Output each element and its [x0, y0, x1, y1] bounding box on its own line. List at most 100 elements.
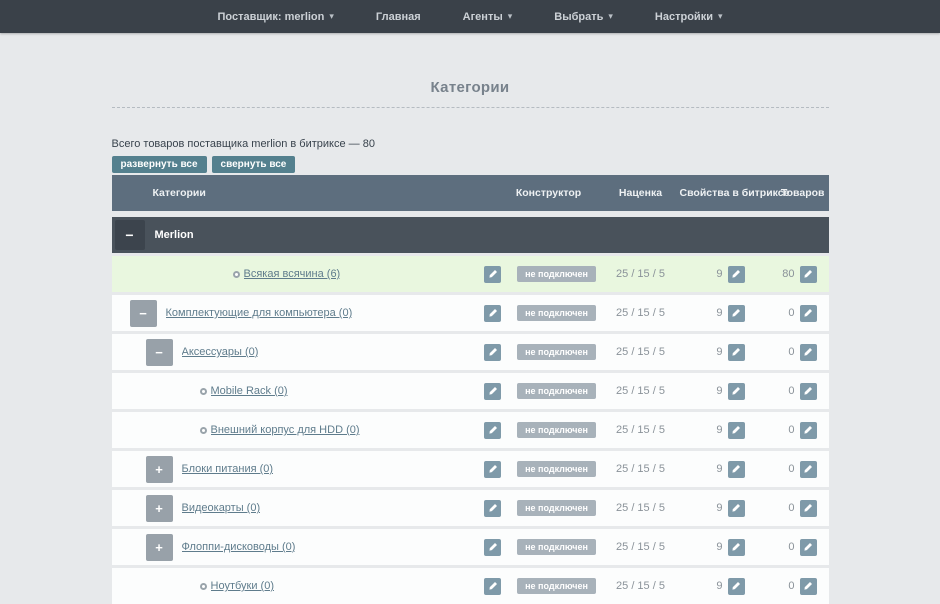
edit-props-button[interactable] [728, 461, 745, 478]
category-link[interactable]: Флоппи-дисководы (0) [182, 541, 296, 553]
nav-item[interactable]: Агенты ▾ [463, 11, 513, 23]
category-link[interactable]: Внешний корпус для HDD (0) [211, 424, 360, 436]
actions-bar: развернуть все свернуть все [112, 156, 829, 173]
nav-item-label: Агенты [463, 11, 503, 23]
edit-props-button[interactable] [728, 266, 745, 283]
edit-products-button[interactable] [800, 578, 817, 595]
markup-cell: 25 / 15 / 5 [603, 580, 679, 592]
category-link[interactable]: Ноутбуки (0) [211, 580, 275, 592]
props-cell: 9 [679, 266, 745, 283]
edit-products-button[interactable] [800, 266, 817, 283]
nav-item-label: Выбрать [554, 11, 603, 23]
header-props-in-bitrix: Свойства в битриксе [680, 187, 790, 199]
category-link[interactable]: Блоки питания (0) [182, 463, 274, 475]
edit-category-button[interactable] [484, 266, 501, 283]
status-badge: не подключен [517, 344, 596, 360]
status-badge: не подключен [517, 422, 596, 438]
edit-products-button[interactable] [800, 461, 817, 478]
edit-icon [803, 308, 813, 318]
edit-products-button[interactable] [800, 305, 817, 322]
category-name-cell: Всякая всячина (6) [112, 268, 475, 280]
edit-props-button[interactable] [728, 383, 745, 400]
markup-value: 25 / 15 / 5 [616, 307, 665, 319]
products-value: 0 [788, 424, 794, 436]
category-link[interactable]: Аксессуары (0) [182, 346, 259, 358]
edit-icon [488, 425, 498, 435]
collapse-all-button[interactable]: свернуть все [212, 156, 296, 173]
status-badge: не подключен [517, 461, 596, 477]
header-products: Товаров [781, 187, 825, 199]
edit-products-button[interactable] [800, 539, 817, 556]
category-link[interactable]: Mobile Rack (0) [211, 385, 288, 397]
edit-cell [475, 578, 511, 595]
edit-icon [731, 386, 741, 396]
edit-icon [488, 464, 498, 474]
edit-cell [475, 461, 511, 478]
toggle-button[interactable]: + [146, 534, 173, 561]
markup-value: 25 / 15 / 5 [616, 463, 665, 475]
edit-icon [731, 425, 741, 435]
status-badge: не подключен [517, 266, 596, 282]
props-value: 9 [716, 580, 722, 592]
edit-props-button[interactable] [728, 578, 745, 595]
edit-products-button[interactable] [800, 344, 817, 361]
edit-products-button[interactable] [800, 500, 817, 517]
products-cell: 80 [745, 266, 829, 283]
nav-item[interactable]: Настройки ▾ [655, 11, 723, 23]
constructor-cell: не подключен [511, 461, 603, 477]
toggle-button[interactable]: + [146, 456, 173, 483]
category-name-cell: + Блоки питания (0) [112, 456, 475, 483]
edit-icon [731, 503, 741, 513]
markup-cell: 25 / 15 / 5 [603, 268, 679, 280]
edit-cell [475, 500, 511, 517]
top-nav: Поставщик: merlion ▾ Главная Агенты ▾ Вы… [0, 0, 940, 33]
category-link[interactable]: Комплектующие для компьютера (0) [166, 307, 353, 319]
edit-category-button[interactable] [484, 383, 501, 400]
edit-products-button[interactable] [800, 422, 817, 439]
products-cell: 0 [745, 383, 829, 400]
expand-all-button[interactable]: развернуть все [112, 156, 207, 173]
edit-props-button[interactable] [728, 422, 745, 439]
category-name-cell: + Видеокарты (0) [112, 495, 475, 522]
props-cell: 9 [679, 344, 745, 361]
edit-category-button[interactable] [484, 500, 501, 517]
products-cell: 0 [745, 422, 829, 439]
edit-cell [475, 422, 511, 439]
edit-props-button[interactable] [728, 500, 745, 517]
edit-icon [488, 542, 498, 552]
nav-item[interactable]: Поставщик: merlion ▾ [218, 11, 334, 23]
edit-category-button[interactable] [484, 461, 501, 478]
nav-item[interactable]: Выбрать ▾ [554, 11, 613, 23]
toggle-button[interactable]: − [146, 339, 173, 366]
edit-icon [488, 269, 498, 279]
edit-category-button[interactable] [484, 422, 501, 439]
table-row: Внешний корпус для HDD (0) не подключен … [112, 412, 829, 448]
edit-category-button[interactable] [484, 578, 501, 595]
page: Категории Всего товаров поставщика merli… [112, 79, 829, 604]
group-row-merlion: − Merlion [112, 217, 829, 253]
edit-products-button[interactable] [800, 383, 817, 400]
category-name-cell: Ноутбуки (0) [112, 580, 475, 592]
products-cell: 0 [745, 344, 829, 361]
constructor-cell: не подключен [511, 500, 603, 516]
toggle-button[interactable]: − [130, 300, 157, 327]
collapse-toggle-button[interactable]: − [115, 220, 145, 250]
products-value: 0 [788, 385, 794, 397]
category-link[interactable]: Всякая всячина (6) [244, 268, 341, 280]
toggle-button[interactable]: + [146, 495, 173, 522]
edit-props-button[interactable] [728, 539, 745, 556]
constructor-cell: не подключен [511, 422, 603, 438]
edit-props-button[interactable] [728, 344, 745, 361]
edit-category-button[interactable] [484, 344, 501, 361]
edit-props-button[interactable] [728, 305, 745, 322]
edit-category-button[interactable] [484, 305, 501, 322]
edit-icon [731, 464, 741, 474]
page-title: Категории [112, 79, 829, 96]
edit-category-button[interactable] [484, 539, 501, 556]
table-row: − Аксессуары (0) не подключен 25 / 15 / … [112, 334, 829, 370]
category-name-cell: Mobile Rack (0) [112, 385, 475, 397]
category-link[interactable]: Видеокарты (0) [182, 502, 261, 514]
edit-cell [475, 266, 511, 283]
nav-item[interactable]: Главная [376, 11, 421, 23]
markup-cell: 25 / 15 / 5 [603, 385, 679, 397]
